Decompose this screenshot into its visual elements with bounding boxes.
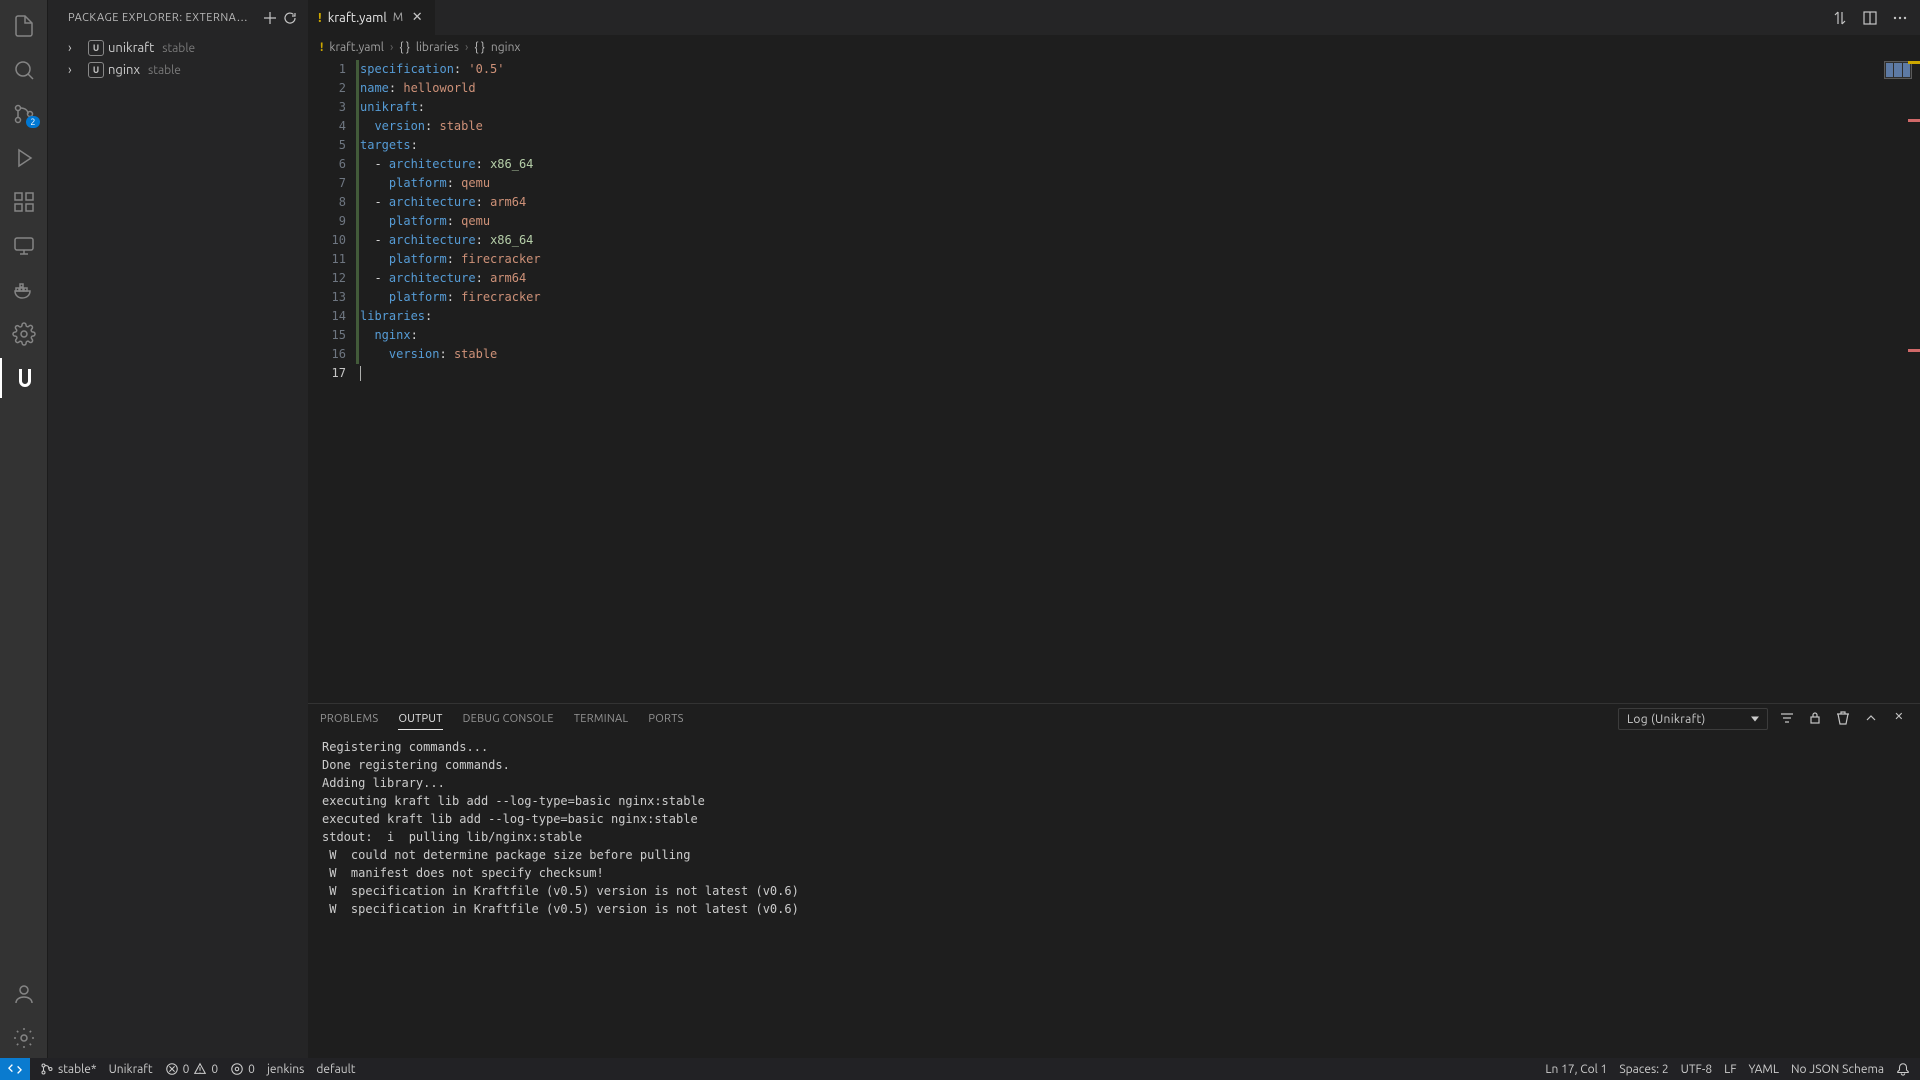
close-icon[interactable]: ✕ bbox=[409, 10, 425, 25]
indent-status[interactable]: Spaces: 2 bbox=[1619, 1063, 1668, 1076]
breadcrumb-seg1: libraries bbox=[416, 41, 459, 54]
cursor-position[interactable]: Ln 17, Col 1 bbox=[1545, 1063, 1607, 1076]
remote-explorer-icon[interactable] bbox=[0, 226, 48, 266]
yaml-file-icon: ! bbox=[320, 41, 323, 54]
tab-kraft-yaml[interactable]: ! kraft.yaml M ✕ bbox=[308, 0, 436, 35]
object-icon: { } bbox=[399, 41, 410, 54]
yaml-file-icon: ! bbox=[318, 11, 322, 25]
error-count: 0 bbox=[183, 1063, 190, 1076]
breadcrumb-file: kraft.yaml bbox=[329, 41, 384, 54]
tree-item-nginx[interactable]: › U nginx stable bbox=[48, 59, 308, 81]
sidebar: PACKAGE EXPLORER: EXTERNA… › U unikraft … bbox=[48, 0, 308, 1058]
tree-item-label: nginx bbox=[108, 63, 140, 77]
tree-item-version: stable bbox=[148, 64, 181, 77]
context-status[interactable]: default bbox=[316, 1063, 355, 1076]
context-name: default bbox=[316, 1063, 355, 1076]
sidebar-title: PACKAGE EXPLORER: EXTERNA… bbox=[68, 12, 260, 24]
panel-tab-output[interactable]: OUTPUT bbox=[398, 709, 442, 730]
code-content[interactable]: specification: '0.5'name: helloworldunik… bbox=[360, 59, 1920, 703]
panel-tabs: PROBLEMS OUTPUT DEBUG CONSOLE TERMINAL PORTS… bbox=[308, 704, 1920, 734]
chevron-right-icon: › bbox=[68, 63, 84, 77]
scm-badge: 2 bbox=[26, 116, 39, 128]
tree-item-unikraft[interactable]: › U unikraft stable bbox=[48, 37, 308, 59]
output-body[interactable]: Registering commands...Done registering … bbox=[308, 734, 1920, 1058]
tab-filename: kraft.yaml bbox=[328, 11, 387, 25]
editor-area: ! kraft.yaml M ✕ bbox=[308, 0, 1920, 1058]
chevron-right-icon: › bbox=[68, 41, 84, 55]
branch-name: stable* bbox=[58, 1063, 97, 1076]
problems-status[interactable]: 0 0 bbox=[165, 1062, 219, 1076]
chevron-right-icon: › bbox=[465, 41, 468, 54]
settings-sync-icon[interactable] bbox=[0, 314, 48, 354]
warning-count: 0 bbox=[211, 1063, 218, 1076]
sidebar-header: PACKAGE EXPLORER: EXTERNA… bbox=[48, 0, 308, 35]
filter-icon[interactable] bbox=[1778, 710, 1796, 729]
maximize-panel-icon[interactable] bbox=[1862, 710, 1880, 729]
output-line: Done registering commands. bbox=[322, 756, 1912, 774]
status-bar: stable* Unikraft 0 0 0 jenkins default bbox=[0, 1058, 1920, 1080]
tab-modified-marker: M bbox=[393, 11, 403, 24]
package-tree: › U unikraft stable› U nginx stable bbox=[48, 35, 308, 83]
output-channel-select[interactable]: Log (Unikraft) bbox=[1618, 708, 1768, 730]
breadcrumb-seg2: nginx bbox=[491, 41, 521, 54]
tree-item-label: unikraft bbox=[108, 41, 154, 55]
unikraft-icon[interactable] bbox=[0, 358, 48, 398]
encoding-status[interactable]: UTF-8 bbox=[1681, 1063, 1712, 1076]
split-editor-icon[interactable] bbox=[1860, 8, 1880, 28]
explorer-icon[interactable] bbox=[0, 6, 48, 46]
output-line: W specification in Kraftfile (v0.5) vers… bbox=[322, 900, 1912, 918]
breadcrumb[interactable]: ! kraft.yaml › { } libraries › { } nginx bbox=[308, 35, 1920, 59]
manage-icon[interactable] bbox=[0, 1018, 48, 1058]
panel-tab-ports[interactable]: PORTS bbox=[648, 709, 683, 730]
project-status[interactable]: Unikraft bbox=[109, 1063, 153, 1076]
output-line: W specification in Kraftfile (v0.5) vers… bbox=[322, 882, 1912, 900]
refresh-icon[interactable] bbox=[280, 8, 300, 28]
tree-item-version: stable bbox=[162, 42, 195, 55]
chevron-right-icon: › bbox=[390, 41, 393, 54]
ports-count: 0 bbox=[248, 1063, 255, 1076]
extensions-icon[interactable] bbox=[0, 182, 48, 222]
add-icon[interactable] bbox=[260, 8, 280, 28]
panel-tab-problems[interactable]: PROBLEMS bbox=[320, 709, 378, 730]
user-status[interactable]: jenkins bbox=[267, 1063, 304, 1076]
more-icon[interactable] bbox=[1890, 8, 1910, 28]
output-line: Registering commands... bbox=[322, 738, 1912, 756]
search-icon[interactable] bbox=[0, 50, 48, 90]
output-channel-label: Log (Unikraft) bbox=[1627, 713, 1706, 726]
activity-bar: 2 bbox=[0, 0, 48, 1058]
remote-indicator[interactable] bbox=[0, 1058, 30, 1080]
code-editor[interactable]: 1234567891011121314151617 specification:… bbox=[308, 59, 1920, 703]
output-line: Adding library... bbox=[322, 774, 1912, 792]
output-line: executed kraft lib add --log-type=basic … bbox=[322, 810, 1912, 828]
project-name: Unikraft bbox=[109, 1063, 153, 1076]
output-line: stdout: i pulling lib/nginx:stable bbox=[322, 828, 1912, 846]
package-icon: U bbox=[88, 62, 104, 78]
close-panel-icon[interactable]: ✕ bbox=[1890, 710, 1908, 729]
bottom-panel: PROBLEMS OUTPUT DEBUG CONSOLE TERMINAL PORTS… bbox=[308, 703, 1920, 1058]
line-number-gutter: 1234567891011121314151617 bbox=[308, 59, 360, 703]
overview-ruler[interactable] bbox=[1906, 59, 1920, 703]
eol-status[interactable]: LF bbox=[1724, 1063, 1736, 1076]
language-mode[interactable]: YAML bbox=[1749, 1063, 1779, 1076]
json-schema-status[interactable]: No JSON Schema bbox=[1791, 1063, 1884, 1076]
output-line: executing kraft lib add --log-type=basic… bbox=[322, 792, 1912, 810]
compare-icon[interactable] bbox=[1830, 8, 1850, 28]
branch-status[interactable]: stable* bbox=[40, 1062, 97, 1076]
docker-icon[interactable] bbox=[0, 270, 48, 310]
clear-output-icon[interactable] bbox=[1834, 710, 1852, 729]
notifications-icon[interactable] bbox=[1896, 1062, 1910, 1076]
panel-tab-debug-console[interactable]: DEBUG CONSOLE bbox=[463, 709, 554, 730]
output-line: W manifest does not specify checksum! bbox=[322, 864, 1912, 882]
lock-scroll-icon[interactable] bbox=[1806, 710, 1824, 729]
output-line: W could not determine package size befor… bbox=[322, 846, 1912, 864]
user-name: jenkins bbox=[267, 1063, 304, 1076]
panel-tab-terminal[interactable]: TERMINAL bbox=[574, 709, 629, 730]
run-debug-icon[interactable] bbox=[0, 138, 48, 178]
accounts-icon[interactable] bbox=[0, 974, 48, 1014]
package-icon: U bbox=[88, 40, 104, 56]
source-control-icon[interactable]: 2 bbox=[0, 94, 48, 134]
object-icon: { } bbox=[474, 41, 485, 54]
ports-status[interactable]: 0 bbox=[230, 1062, 255, 1076]
tab-bar: ! kraft.yaml M ✕ bbox=[308, 0, 1920, 35]
